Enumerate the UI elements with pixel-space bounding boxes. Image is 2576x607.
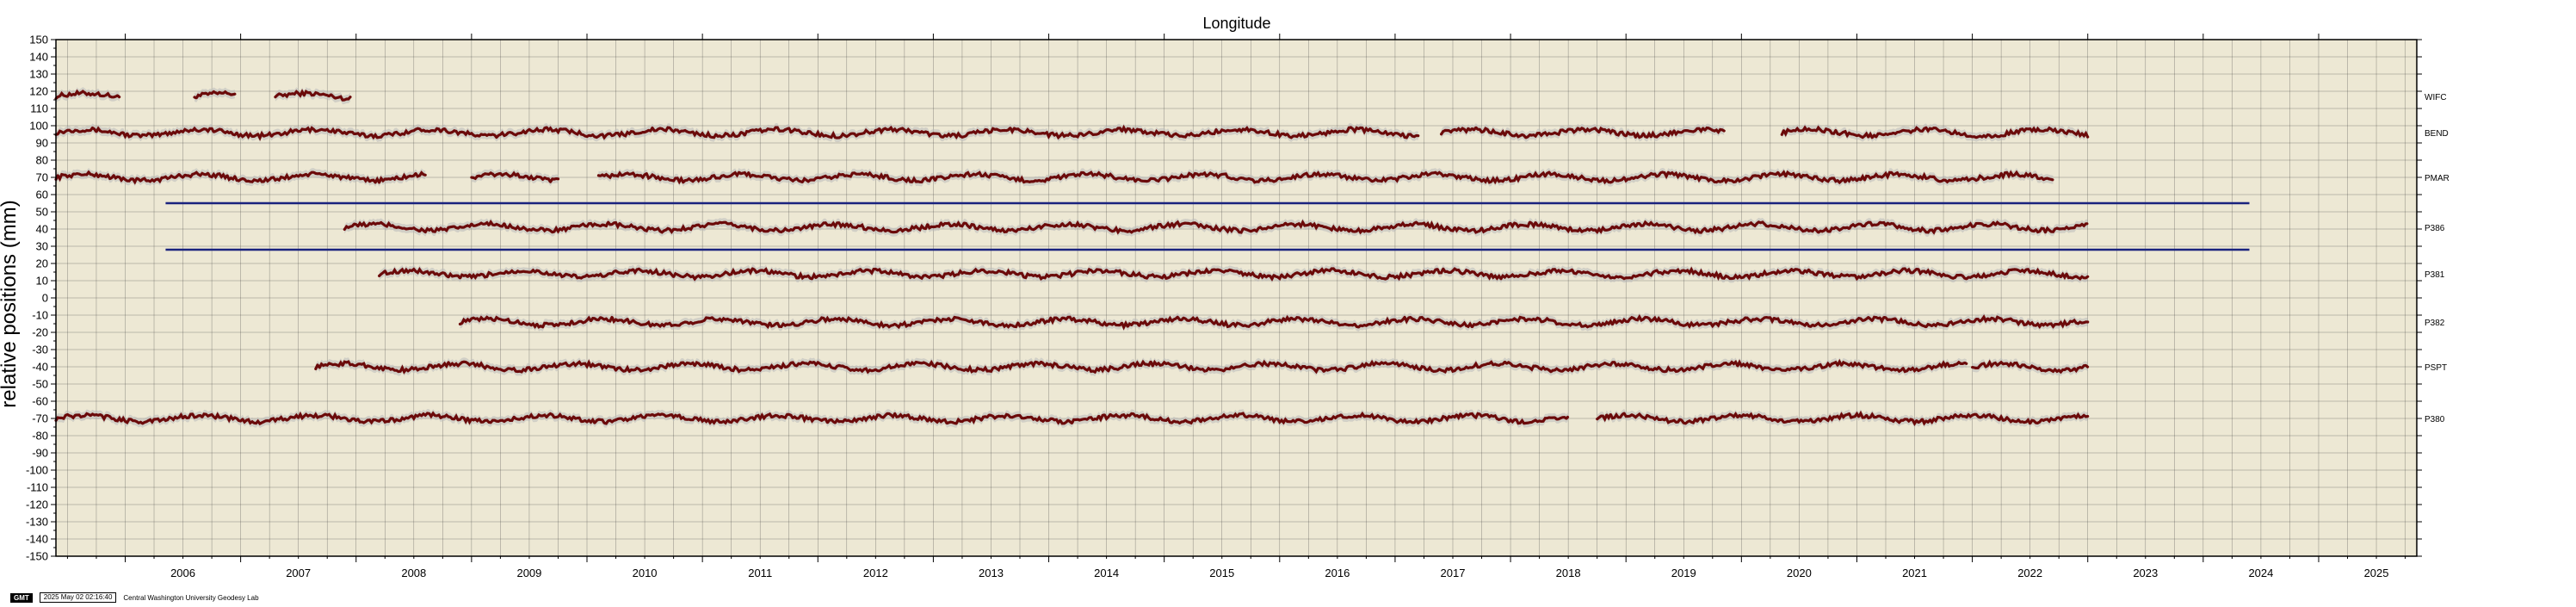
timestamp: 2025 May 02 02:16:40 bbox=[39, 592, 117, 603]
y-tick-label: 70 bbox=[36, 171, 48, 184]
y-tick-label: 110 bbox=[30, 102, 48, 115]
y-tick-label: 30 bbox=[36, 240, 48, 253]
y-tick-label: -150 bbox=[26, 550, 48, 563]
chart-title: Longitude bbox=[1202, 15, 1270, 32]
y-tick-label: -130 bbox=[26, 516, 48, 529]
y-tick-label: 0 bbox=[42, 292, 48, 305]
x-tick-label: 2023 bbox=[2133, 567, 2158, 579]
y-tick-label: -110 bbox=[27, 481, 48, 494]
x-tick-label: 2022 bbox=[2017, 567, 2042, 579]
x-tick-label: 2016 bbox=[1325, 567, 1350, 579]
x-tick-label: 2006 bbox=[170, 567, 195, 579]
y-tick-label: 90 bbox=[36, 137, 48, 150]
y-tick-label: 50 bbox=[36, 206, 48, 219]
x-tick-label: 2019 bbox=[1671, 567, 1696, 579]
y-tick-label: 80 bbox=[36, 154, 48, 167]
x-tick-label: 2014 bbox=[1094, 567, 1119, 579]
x-tick-label: 2017 bbox=[1441, 567, 1466, 579]
x-tick-label: 2015 bbox=[1209, 567, 1234, 579]
x-tick-label: 2008 bbox=[401, 567, 426, 579]
station-label-p386: P386 bbox=[2425, 224, 2445, 233]
x-tick-label: 2025 bbox=[2364, 567, 2389, 579]
y-tick-label: 140 bbox=[29, 51, 48, 64]
y-axis-label: relative positions (mm) bbox=[0, 200, 21, 407]
x-tick-label: 2020 bbox=[1787, 567, 1812, 579]
y-tick-label: -50 bbox=[32, 378, 48, 391]
y-tick-label: 120 bbox=[29, 85, 48, 98]
station-labels: WIFC BEND PMAR P386 P381 P382 PSPT P380 bbox=[2425, 93, 2449, 424]
x-tick-label: 2024 bbox=[2248, 567, 2273, 579]
footer: GMT 2025 May 02 02:16:40 Central Washing… bbox=[10, 592, 259, 603]
x-tick-label: 2021 bbox=[1902, 567, 1927, 579]
y-tick-label: -100 bbox=[26, 464, 48, 477]
x-tick-label: 2013 bbox=[979, 567, 1004, 579]
gmt-logo: GMT bbox=[10, 592, 33, 603]
y-tick-label: 60 bbox=[36, 189, 48, 201]
station-label-wifc: WIFC bbox=[2425, 93, 2447, 102]
y-tick-label: -10 bbox=[32, 309, 48, 322]
x-tick-label: 2018 bbox=[1556, 567, 1581, 579]
x-tick-label: 2012 bbox=[863, 567, 888, 579]
y-tick-label: -20 bbox=[32, 326, 48, 339]
y-tick-label: 130 bbox=[29, 68, 48, 81]
y-tick-label: 150 bbox=[29, 34, 48, 46]
y-tick-label: -40 bbox=[32, 361, 48, 374]
y-tick-label: -70 bbox=[32, 412, 48, 425]
station-label-pmar: PMAR bbox=[2425, 174, 2449, 183]
y-tick-label: -30 bbox=[32, 344, 48, 356]
x-tick-label: 2007 bbox=[286, 567, 311, 579]
y-tick-label: -80 bbox=[32, 430, 48, 443]
credit-text: Central Washington University Geodesy La… bbox=[123, 593, 259, 602]
y-tick-label: 40 bbox=[36, 223, 48, 236]
station-label-p382: P382 bbox=[2425, 319, 2445, 328]
y-tick-label: 10 bbox=[36, 275, 48, 288]
y-tick-label: -120 bbox=[26, 499, 48, 511]
y-tick-label: 20 bbox=[36, 257, 48, 270]
station-label-p381: P381 bbox=[2425, 270, 2445, 280]
timeseries-chart: Longitude relative positions (mm) 150 140… bbox=[0, 15, 2449, 579]
y-tick-label: -60 bbox=[32, 395, 48, 408]
y-tick-label: -140 bbox=[26, 533, 48, 546]
y-tick-label: 100 bbox=[29, 120, 48, 133]
y-tick-label: -90 bbox=[32, 447, 48, 460]
station-label-bend: BEND bbox=[2425, 129, 2449, 139]
station-label-p380: P380 bbox=[2425, 415, 2445, 424]
station-label-pspt: PSPT bbox=[2425, 363, 2447, 373]
x-tick-label: 2010 bbox=[633, 567, 658, 579]
x-tick-label: 2011 bbox=[748, 567, 772, 579]
x-tick-label: 2009 bbox=[516, 567, 541, 579]
